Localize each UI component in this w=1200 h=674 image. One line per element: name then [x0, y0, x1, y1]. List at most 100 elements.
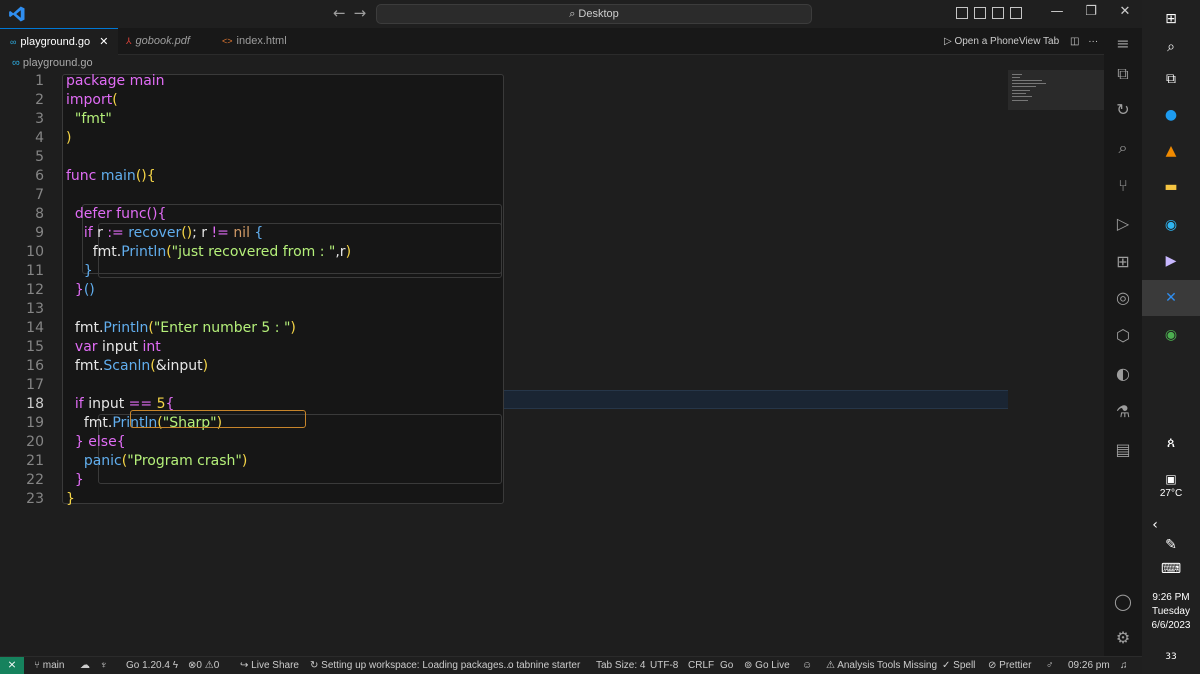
more-actions-icon[interactable]: ··· — [1088, 36, 1098, 47]
eol-indicator[interactable]: CRLF — [688, 657, 714, 674]
spell-check[interactable]: ✓ Spell — [942, 657, 975, 674]
clock-date[interactable]: 6/6/2023 — [1142, 620, 1200, 631]
code-line[interactable]: fmt.Scanln(&input) — [66, 357, 208, 376]
code-line[interactable]: ) — [66, 129, 71, 148]
notifications-bell-icon[interactable]: ♫ — [1120, 657, 1128, 674]
code-line[interactable]: import( — [66, 91, 118, 110]
clock-day[interactable]: Tuesday — [1142, 606, 1200, 617]
code-line[interactable]: if r := recover(); r != nil { — [66, 224, 264, 243]
code-line[interactable]: fmt.Println("just recovered from : ",r) — [66, 243, 351, 262]
code-line[interactable]: } — [66, 262, 93, 281]
customize-layout-icon[interactable] — [1010, 7, 1022, 19]
extensions-icon[interactable]: ⊞ — [1113, 252, 1133, 272]
weather-temp[interactable]: 27°C — [1142, 488, 1200, 499]
line-number: 12 — [26, 282, 44, 298]
analysis-tools-warning[interactable]: ⚠ Analysis Tools Missing — [826, 657, 937, 674]
breadcrumb-file[interactable]: playground.go — [23, 57, 93, 69]
windows-start-icon[interactable]: ⊞ — [1160, 8, 1182, 30]
live-share-button[interactable]: ↪ Live Share — [240, 657, 299, 674]
chevron-left-icon[interactable]: ‹ — [1144, 514, 1166, 536]
tab-gobook-pdf[interactable]: ⅄ gobook.pdf — [118, 28, 216, 55]
settings-gear-icon[interactable]: ⚙ — [1113, 628, 1133, 648]
code-line[interactable]: defer func(){ — [66, 205, 166, 224]
account-status-icon[interactable]: ♂ — [1046, 657, 1054, 674]
copilot-icon[interactable]: ☺ — [802, 657, 812, 674]
edge-devtools-icon[interactable]: ◐ — [1113, 364, 1133, 384]
weather-icon[interactable]: ▣ — [1160, 468, 1182, 490]
pen-icon[interactable]: ✎ — [1160, 534, 1182, 556]
close-window-button[interactable]: ✕ — [1108, 4, 1142, 19]
tab-index-html[interactable]: <> index.html — [216, 28, 308, 55]
code-line[interactable]: } else{ — [66, 433, 126, 452]
tabnine-status[interactable]: ο tabnine starter — [508, 657, 580, 674]
toggle-panel-icon[interactable] — [974, 7, 986, 19]
source-control-icon[interactable]: ⑂ — [1113, 176, 1133, 196]
pdf-file-icon: ⅄ — [126, 36, 132, 46]
panel-icon[interactable]: ▤ — [1113, 440, 1133, 460]
back-arrow-icon[interactable]: ← — [333, 4, 354, 22]
workspace-status[interactable]: ↻ Setting up workspace: Loading packages… — [310, 657, 512, 674]
code-line[interactable]: var input int — [66, 338, 161, 357]
code-line[interactable]: "fmt" — [66, 110, 112, 129]
tab-label: gobook.pdf — [135, 35, 190, 47]
clock-time[interactable]: 9:26 PM — [1142, 592, 1200, 603]
remote-containers-icon[interactable]: ⬡ — [1113, 326, 1133, 346]
sync-icon[interactable]: ☁ — [80, 657, 90, 674]
phoneview-button[interactable]: Open a PhoneView Tab — [954, 36, 1059, 47]
run-icon[interactable]: ▷ — [944, 36, 954, 47]
testing-icon[interactable]: ⚗ — [1113, 402, 1133, 422]
spell-label: Spell — [953, 660, 976, 671]
vscode-taskbar-icon[interactable]: ✕ — [1160, 287, 1182, 309]
twitter-icon[interactable]: ● — [1160, 104, 1182, 126]
explorer-icon[interactable]: ⧉ — [1113, 64, 1133, 84]
go-live-button[interactable]: ⊚ Go Live — [744, 657, 790, 674]
edge-icon[interactable]: ◉ — [1160, 214, 1182, 236]
remote-explorer-icon[interactable]: ↻ — [1113, 100, 1133, 120]
line-number: 2 — [35, 92, 44, 108]
code-line[interactable]: package main — [66, 72, 165, 91]
code-line[interactable]: func main(){ — [66, 167, 156, 186]
gitgraph-icon[interactable]: ♆ — [100, 657, 108, 674]
close-tab-icon[interactable]: ✕ — [99, 36, 108, 48]
media-player-icon[interactable]: ▶ — [1160, 250, 1182, 272]
gitlens-icon[interactable]: ◎ — [1113, 288, 1133, 308]
forward-arrow-icon[interactable]: → — [354, 4, 375, 22]
tab-size-indicator[interactable]: Tab Size: 4 — [596, 657, 645, 674]
problems-indicator[interactable]: ⊗0 ⚠0 — [188, 657, 219, 674]
branch-indicator[interactable]: ⑂ main — [34, 657, 64, 674]
file-explorer-icon[interactable]: ▬ — [1160, 176, 1182, 198]
vlc-icon[interactable]: ▲ — [1160, 140, 1182, 162]
search-icon[interactable]: ⌕ — [1160, 36, 1182, 58]
go-version[interactable]: Go 1.20.4 ϟ — [126, 657, 178, 674]
restore-button[interactable]: ❐ — [1074, 4, 1108, 19]
prettier-status[interactable]: ⊘ Prettier — [988, 657, 1031, 674]
menu-icon[interactable]: ≡ — [1113, 34, 1133, 54]
code-editor[interactable]: 1 2 3 4 5 6 7 8 9 10 11 12 13 14 15 16 17 18 19 20 21 22 23 pa… — [0, 72, 1104, 656]
live-share-icon: ↪ — [240, 660, 252, 671]
encoding-indicator[interactable]: UTF-8 — [650, 657, 678, 674]
line-number: 11 — [26, 263, 44, 279]
minimize-button[interactable]: — — [1040, 4, 1074, 19]
command-center[interactable]: ⌕ Desktop — [376, 4, 812, 24]
toggle-secondary-sidebar-icon[interactable] — [992, 7, 1004, 19]
run-debug-icon[interactable]: ▷ — [1113, 214, 1133, 234]
line-number: 17 — [26, 377, 44, 393]
code-line[interactable]: panic("Program crash") — [66, 452, 247, 471]
notifications-icon[interactable]: 33 — [1160, 644, 1182, 666]
split-editor-icon[interactable]: ◫ — [1070, 36, 1079, 47]
chrome-icon[interactable]: ◉ — [1160, 324, 1182, 346]
people-icon[interactable]: ጰ — [1160, 432, 1182, 454]
account-icon[interactable]: ◯ — [1113, 592, 1133, 612]
task-view-icon[interactable]: ⧉ — [1160, 68, 1182, 90]
search-icon[interactable]: ⌕ — [1113, 138, 1133, 158]
remote-indicator[interactable]: ⨯ — [0, 657, 24, 674]
minimap[interactable] — [1008, 70, 1104, 110]
tab-playground-go[interactable]: ∞ playground.go ✕ — [0, 28, 118, 55]
code-line[interactable]: } — [66, 471, 84, 490]
code-line[interactable]: }() — [66, 281, 95, 300]
language-indicator[interactable]: Go — [720, 657, 733, 674]
toggle-primary-sidebar-icon[interactable] — [956, 7, 968, 19]
code-line[interactable]: fmt.Println("Enter number 5 : ") — [66, 319, 296, 338]
keyboard-icon[interactable]: ⌨ — [1160, 558, 1182, 580]
code-line[interactable]: } — [66, 490, 75, 509]
